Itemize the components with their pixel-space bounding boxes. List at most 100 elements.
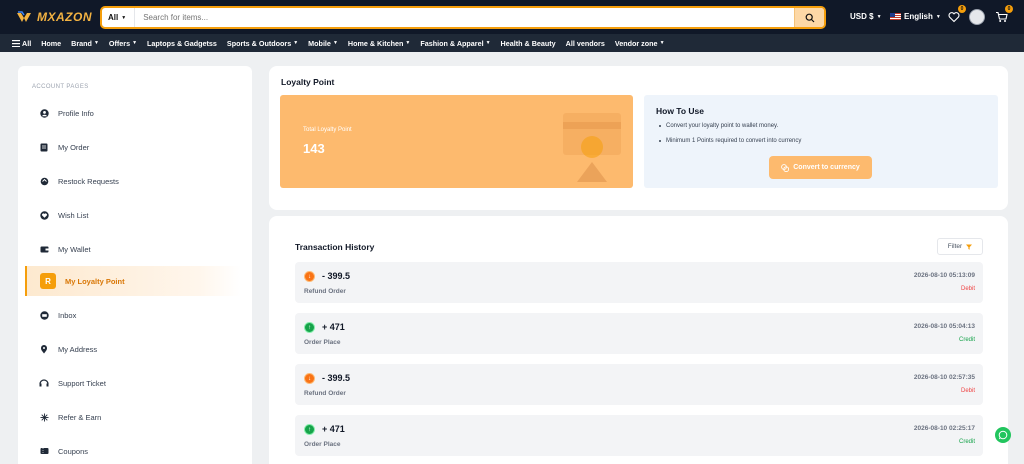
loyalty-point-card: Loyalty Point Total Loyalty Point 143 Ho… — [269, 66, 1008, 210]
cart-icon — [995, 11, 1008, 22]
how-to-use-panel: How To Use Convert your loyalty point to… — [644, 95, 998, 188]
logo-icon — [16, 9, 32, 25]
search-button[interactable] — [794, 8, 824, 27]
sidebar-item-refer-earn[interactable]: Refer & Earn — [26, 402, 242, 432]
table-row: ↓ - 399.5 Refund Order 2026-08-10 02:57:… — [295, 364, 983, 405]
sidebar-item-label: Coupons — [58, 446, 89, 456]
nav-item-label: Home — [41, 38, 62, 48]
category-nav: All Home Brand ▼ Offers ▼ Laptops & Gadget… — [0, 34, 1024, 52]
sidebar-item-inbox[interactable]: Inbox — [26, 300, 242, 330]
transaction-type: Refund Order — [304, 390, 346, 397]
nav-item-label: All — [22, 38, 32, 48]
sidebar-item-profile-info[interactable]: Profile Info — [26, 98, 242, 128]
transaction-type: Order Place — [304, 441, 341, 448]
nav-item-brand[interactable]: Brand ▼ — [71, 39, 99, 48]
nav-item-label: All vendors — [565, 38, 605, 48]
nav-item-label: Vendor zone — [614, 38, 658, 48]
transaction-amount: + 471 — [322, 322, 345, 332]
list-item: Minimum 1 Points required to convert int… — [658, 138, 802, 144]
search-category-select[interactable]: All ▼ — [102, 8, 136, 27]
how-to-use-list: Convert your loyalty point to wallet mon… — [658, 123, 802, 153]
logo[interactable]: MXAZON — [16, 9, 92, 25]
loyalty-icon: R — [40, 273, 56, 289]
nav-item-label: Offers — [108, 38, 131, 48]
sidebar-item-label: My Loyalty Point — [65, 276, 125, 286]
exchange-icon — [781, 163, 790, 172]
search-bar: All ▼ — [100, 6, 826, 29]
refer-icon — [39, 412, 49, 422]
transaction-status: Debit — [960, 388, 975, 394]
search-input[interactable] — [135, 8, 794, 27]
sidebar-item-label: My Wallet — [58, 244, 91, 254]
nav-item-all[interactable]: All — [12, 39, 31, 48]
chevron-down-icon: ▼ — [121, 14, 127, 21]
convert-button-label: Convert to currency — [793, 164, 860, 171]
page-title: Loyalty Point — [281, 77, 335, 87]
nav-item-fashion[interactable]: Fashion & Apparel ▼ — [420, 39, 490, 48]
transaction-history-card: Transaction History Filter ↓ - 399.5 Ref… — [269, 216, 1008, 464]
transaction-date: 2026-08-10 02:57:35 — [913, 374, 975, 381]
sidebar-item-label: Restock Requests — [58, 176, 119, 186]
transaction-status: Credit — [958, 439, 975, 445]
language-selector[interactable]: English ▼ — [890, 12, 941, 21]
language-label: English — [904, 12, 933, 21]
chevron-down-icon: ▼ — [876, 13, 882, 20]
location-icon — [39, 344, 49, 354]
sidebar-item-my-wallet[interactable]: My Wallet — [26, 234, 242, 264]
search-category-label: All — [108, 13, 119, 22]
menu-icon — [12, 39, 20, 47]
filter-button[interactable]: Filter — [937, 238, 983, 255]
filter-icon — [966, 244, 973, 250]
transaction-amount: - 399.5 — [322, 373, 351, 383]
table-row: ↑ + 471 Order Place 2026-08-10 02:25:17 … — [295, 415, 983, 456]
wishlist-count-badge: 0 — [958, 5, 966, 13]
sidebar-item-my-order[interactable]: My Order — [26, 132, 242, 162]
cart-count-badge: 0 — [1005, 5, 1013, 13]
chevron-down-icon: ▼ — [485, 40, 491, 46]
transaction-date: 2026-08-10 05:13:09 — [913, 272, 975, 279]
logo-text: MXAZON — [37, 10, 92, 24]
nav-item-sports[interactable]: Sports & Outdoors ▼ — [227, 39, 298, 48]
sidebar-item-support-ticket[interactable]: Support Ticket — [26, 368, 242, 398]
nav-item-home[interactable]: Home — [41, 39, 61, 48]
how-to-use-title: How To Use — [656, 106, 705, 116]
sidebar-item-coupons[interactable]: Coupons — [26, 436, 242, 464]
transaction-type: Refund Order — [304, 288, 346, 295]
nav-item-vendor-zone[interactable]: Vendor zone ▼ — [615, 39, 665, 48]
total-loyalty-label: Total Loyalty Point — [303, 127, 352, 133]
coupon-icon — [39, 446, 49, 456]
heart-icon — [948, 12, 960, 23]
nav-item-home-kitchen[interactable]: Home & Kitchen ▼ — [348, 39, 410, 48]
cart-button[interactable]: 0 — [993, 5, 1013, 25]
transaction-date: 2026-08-10 05:04:13 — [913, 323, 975, 330]
nav-item-health[interactable]: Health & Beauty — [501, 39, 556, 48]
transaction-amount: + 471 — [322, 424, 345, 434]
credit-coin-icon: ↑ — [304, 424, 315, 435]
whatsapp-chat-button[interactable] — [995, 427, 1011, 443]
currency-label: USD $ — [850, 12, 874, 21]
us-flag-icon — [890, 13, 901, 20]
wishlist-button[interactable]: 0 — [946, 5, 966, 25]
sidebar-item-restock-requests[interactable]: Restock Requests — [26, 166, 242, 196]
avatar[interactable] — [969, 9, 985, 25]
nav-item-label: Mobile — [308, 38, 331, 48]
chevron-down-icon: ▼ — [405, 40, 411, 46]
nav-item-mobile[interactable]: Mobile ▼ — [308, 39, 338, 48]
filter-label: Filter — [947, 243, 963, 250]
convert-to-currency-button[interactable]: Convert to currency — [769, 156, 872, 179]
sidebar-item-wish-list[interactable]: Wish List — [26, 200, 242, 230]
nav-item-laptops[interactable]: Laptops & Gadgetss — [147, 39, 217, 48]
currency-selector[interactable]: USD $ ▼ — [850, 12, 882, 21]
transaction-status: Credit — [958, 337, 975, 343]
whatsapp-icon — [998, 430, 1008, 440]
nav-item-offers[interactable]: Offers ▼ — [109, 39, 137, 48]
total-loyalty-box: Total Loyalty Point 143 — [280, 95, 633, 188]
chevron-down-icon: ▼ — [93, 40, 99, 46]
transaction-status: Debit — [960, 286, 975, 292]
chevron-down-icon: ▼ — [293, 40, 299, 46]
user-icon — [39, 108, 49, 118]
sidebar-item-my-address[interactable]: My Address — [26, 334, 242, 364]
ticket-icon — [39, 378, 49, 388]
sidebar-item-my-loyalty-point[interactable]: R My Loyalty Point — [25, 266, 241, 296]
nav-item-all-vendors[interactable]: All vendors — [566, 39, 605, 48]
